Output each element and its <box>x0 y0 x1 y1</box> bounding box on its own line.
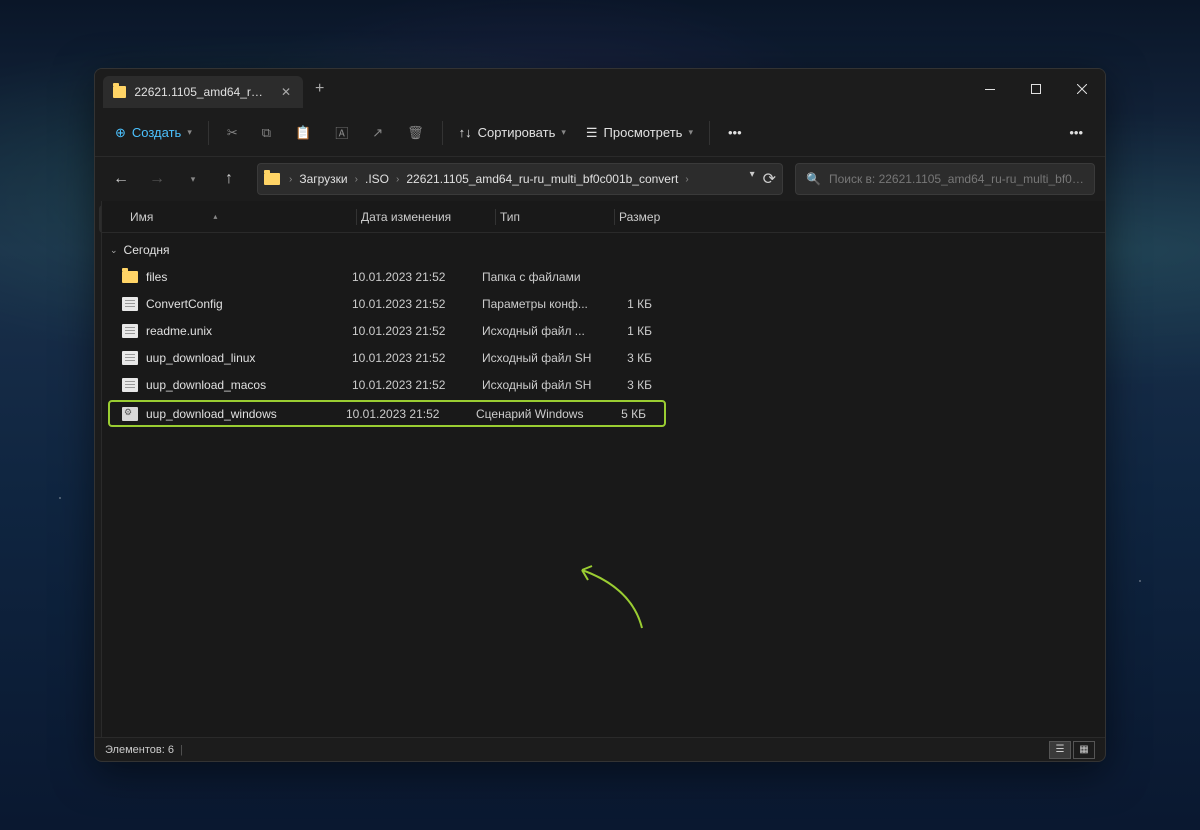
details-view-button[interactable]: ☰ <box>1049 741 1071 759</box>
file-row-highlighted[interactable]: uup_download_windows 10.01.2023 21:52 Сц… <box>108 400 666 427</box>
chevron-down-icon[interactable]: ▾ <box>750 169 755 189</box>
folder-icon <box>122 271 138 283</box>
address-bar[interactable]: › Загрузки › .ISO › 22621.1105_amd64_ru-… <box>257 163 783 195</box>
close-button[interactable] <box>1059 69 1105 109</box>
file-row[interactable]: uup_download_macos 10.01.2023 21:52 Исхо… <box>102 371 1105 398</box>
share-icon: ↗ <box>372 125 383 141</box>
up-button[interactable]: ↑ <box>213 163 245 195</box>
search-input[interactable]: 🔍 Поиск в: 22621.1105_amd64_ru-ru_multi_… <box>795 163 1095 195</box>
breadcrumb-item[interactable]: Загрузки <box>297 168 349 190</box>
trash-icon: 🗑 <box>407 125 424 141</box>
tab-close-button[interactable]: ✕ <box>277 83 295 101</box>
column-header-type[interactable]: Тип <box>500 210 610 224</box>
create-button[interactable]: ⊕ Создать ▾ <box>107 117 200 149</box>
group-header[interactable]: ⌄Сегодня <box>102 237 1105 263</box>
maximize-button[interactable] <box>1013 69 1059 109</box>
chevron-down-icon: ▾ <box>187 127 192 138</box>
scissors-icon: ✂ <box>227 125 238 141</box>
file-icon <box>122 351 138 365</box>
chevron-down-icon: ▾ <box>688 127 693 138</box>
file-icon <box>122 324 138 338</box>
window-tab[interactable]: 22621.1105_amd64_ru-ru_mu ✕ <box>103 76 303 108</box>
file-list: ⌄Сегодня files 10.01.2023 21:52 Папка с … <box>102 233 1105 737</box>
copy-button[interactable]: ⧉ <box>252 117 281 149</box>
chevron-down-icon: ⌄ <box>110 245 118 256</box>
column-header-name[interactable]: Имя▴ <box>122 210 352 224</box>
forward-button[interactable]: → <box>141 163 173 195</box>
column-headers: Имя▴ Дата изменения Тип Размер <box>102 201 1105 233</box>
rename-icon: 🄰 <box>335 123 348 142</box>
details-button[interactable]: ••• <box>1059 117 1093 149</box>
annotation-arrow <box>572 558 662 638</box>
minimize-button[interactable] <box>967 69 1013 109</box>
tiles-view-button[interactable]: ▦ <box>1073 741 1095 759</box>
delete-button[interactable]: 🗑 <box>397 117 434 149</box>
cut-button[interactable]: ✂ <box>217 117 248 149</box>
column-header-size[interactable]: Размер <box>619 210 699 224</box>
folder-icon <box>264 173 280 185</box>
file-area: Имя▴ Дата изменения Тип Размер ⌄Сегодня … <box>102 201 1105 737</box>
file-row[interactable]: readme.unix 10.01.2023 21:52 Исходный фа… <box>102 317 1105 344</box>
chevron-right-icon: › <box>286 174 295 185</box>
explorer-window: 22621.1105_amd64_ru-ru_mu ✕ + ⊕ Создать … <box>94 68 1106 762</box>
chevron-down-icon: ▾ <box>561 127 566 138</box>
column-header-date[interactable]: Дата изменения <box>361 210 491 224</box>
breadcrumb-item[interactable]: .ISO <box>363 168 391 190</box>
file-row[interactable]: uup_download_linux 10.01.2023 21:52 Исхо… <box>102 344 1105 371</box>
chevron-right-icon: › <box>682 174 691 185</box>
chevron-right-icon: › <box>393 174 402 185</box>
file-row[interactable]: files 10.01.2023 21:52 Папка с файлами <box>102 263 1105 290</box>
back-button[interactable]: ← <box>105 163 137 195</box>
tab-title: 22621.1105_amd64_ru-ru_mu <box>134 85 269 99</box>
new-tab-button[interactable]: + <box>303 80 336 98</box>
rename-button[interactable]: 🄰 <box>325 117 358 149</box>
more-button[interactable]: ••• <box>718 117 752 149</box>
file-icon <box>122 297 138 311</box>
paste-icon: 📋 <box>295 125 311 141</box>
paste-button[interactable]: 📋 <box>285 117 321 149</box>
toolbar: ⊕ Создать ▾ ✂ ⧉ 📋 🄰 ↗ 🗑 ↑↓ Сортировать ▾… <box>95 109 1105 157</box>
refresh-button[interactable]: ⟳ <box>763 169 776 189</box>
status-bar: Элементов: 6 | ☰ ▦ <box>95 737 1105 761</box>
file-row[interactable]: ConvertConfig 10.01.2023 21:52 Параметры… <box>102 290 1105 317</box>
view-icon: ☰ <box>586 125 598 141</box>
titlebar: 22621.1105_amd64_ru-ru_mu ✕ + <box>95 69 1105 109</box>
sort-icon: ↑↓ <box>459 125 472 140</box>
sort-button[interactable]: ↑↓ Сортировать ▾ <box>451 117 574 149</box>
copy-icon: ⧉ <box>262 125 271 141</box>
folder-icon <box>113 86 126 98</box>
file-icon <box>122 378 138 392</box>
chevron-right-icon: › <box>352 174 361 185</box>
recent-button[interactable]: ▾ <box>177 163 209 195</box>
item-count: Элементов: 6 <box>105 744 174 756</box>
share-button[interactable]: ↗ <box>362 117 393 149</box>
breadcrumb-item[interactable]: 22621.1105_amd64_ru-ru_multi_bf0c001b_co… <box>404 168 680 190</box>
view-button[interactable]: ☰ Просмотреть ▾ <box>578 117 701 149</box>
script-icon <box>122 407 138 421</box>
search-icon: 🔍 <box>806 172 821 186</box>
sort-asc-icon: ▴ <box>213 212 217 221</box>
navbar: ← → ▾ ↑ › Загрузки › .ISO › 22621.1105_a… <box>95 157 1105 201</box>
sidebar: Главная ›V. — Личное Рабочий стол📌 ⬇Загр… <box>95 201 102 737</box>
plus-circle-icon: ⊕ <box>115 125 126 141</box>
